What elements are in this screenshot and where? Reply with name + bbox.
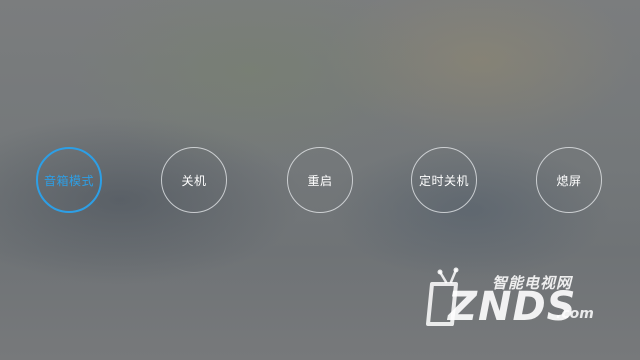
scheduled-shutdown-button[interactable]: 定时关机	[411, 147, 477, 213]
restart-label: 重启	[307, 173, 333, 188]
shutdown-label: 关机	[181, 173, 207, 188]
speaker-mode-label: 音箱模式	[43, 173, 94, 188]
screen-off-label: 熄屏	[556, 173, 582, 188]
power-menu: 音箱模式 关机 重启 定时关机 熄屏	[0, 147, 640, 213]
znds-watermark: 智能电视网 ZNDS .com	[426, 254, 626, 334]
scheduled-shutdown-label: 定时关机	[418, 173, 469, 188]
speaker-mode-button[interactable]: 音箱模式	[36, 147, 102, 213]
screen-off-button[interactable]: 熄屏	[536, 147, 602, 213]
shutdown-button[interactable]: 关机	[161, 147, 227, 213]
watermark-domain: .com	[556, 306, 594, 322]
restart-button[interactable]: 重启	[287, 147, 353, 213]
power-menu-screen: 音箱模式 关机 重启 定时关机 熄屏 智能电视网 ZNDS .com	[0, 0, 640, 360]
